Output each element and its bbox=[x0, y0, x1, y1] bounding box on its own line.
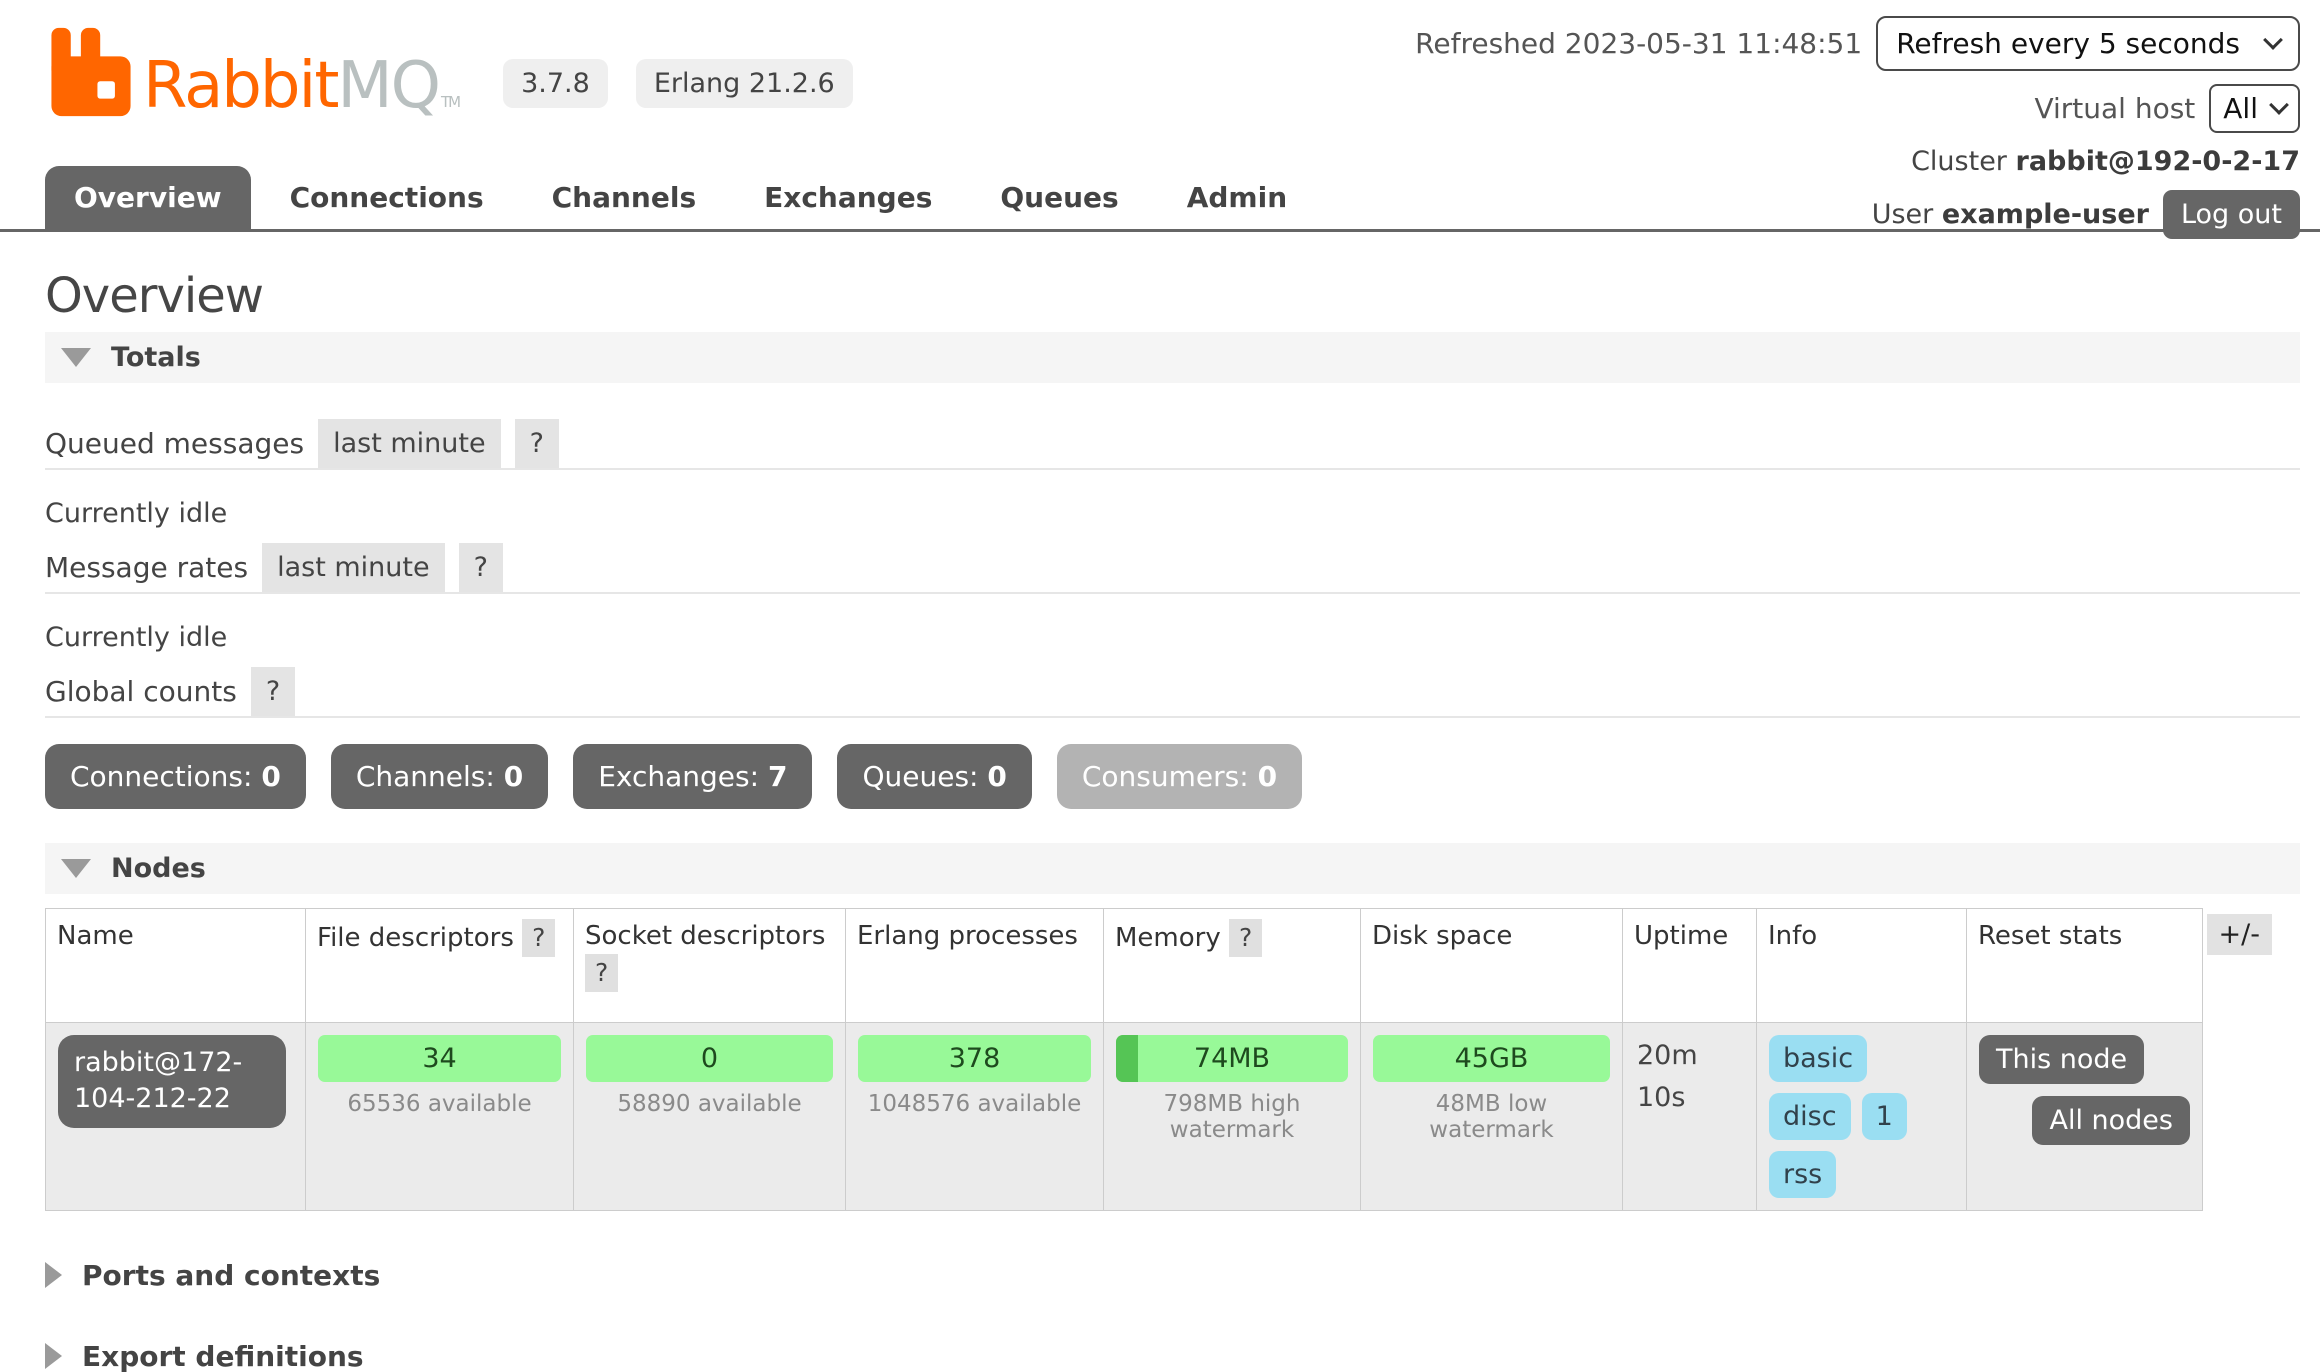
queued-messages-range-tab[interactable]: last minute bbox=[318, 419, 501, 468]
connections-count-button[interactable]: Connections: 0 bbox=[45, 744, 306, 809]
message-rates-row: Message rates last minute ? bbox=[45, 543, 2300, 594]
reset-all-nodes-button[interactable]: All nodes bbox=[2032, 1096, 2190, 1145]
global-counts-row: Global counts ? bbox=[45, 667, 2300, 718]
consumers-count-button[interactable]: Consumers: 0 bbox=[1057, 744, 1302, 809]
global-counts-label: Global counts bbox=[45, 667, 237, 716]
memory-watermark: 798MB high watermark bbox=[1116, 1091, 1348, 1143]
memory-bar: 74MB bbox=[1116, 1035, 1348, 1082]
erlang-processes-bar: 378 bbox=[858, 1035, 1091, 1082]
triangle-right-icon bbox=[45, 1343, 62, 1369]
info-cell: basic disc 1 rss bbox=[1757, 1022, 1967, 1210]
message-rates-label: Message rates bbox=[45, 543, 248, 592]
tab-connections[interactable]: Connections bbox=[261, 166, 513, 229]
col-erlang-processes: Erlang processes bbox=[846, 909, 1104, 1023]
col-uptime: Uptime bbox=[1623, 909, 1757, 1023]
global-counts-buttons: Connections: 0 Channels: 0 Exchanges: 7 … bbox=[45, 744, 2300, 809]
nodes-table: Name File descriptors ? Socket descripto… bbox=[45, 908, 2203, 1211]
user-line: User example-user bbox=[1872, 199, 2149, 230]
socket-descriptors-available: 58890 available bbox=[586, 1091, 833, 1117]
exchanges-count-button[interactable]: Exchanges: 7 bbox=[573, 744, 812, 809]
node-name-badge[interactable]: rabbit@172-104-212-22 bbox=[58, 1035, 286, 1128]
socket-descriptors-cell: 0 58890 available bbox=[574, 1022, 846, 1210]
message-rates-help-icon[interactable]: ? bbox=[459, 543, 503, 592]
col-reset-stats: Reset stats bbox=[1967, 909, 2203, 1023]
info-badge-basic: basic bbox=[1769, 1035, 1867, 1082]
uptime-cell: 20m 10s bbox=[1623, 1022, 1757, 1210]
refresh-interval-select[interactable]: Refresh every 5 seconds bbox=[1876, 16, 2300, 71]
virtual-host-select[interactable]: All bbox=[2209, 84, 2300, 133]
ports-and-contexts-section[interactable]: Ports and contexts bbox=[45, 1259, 2300, 1292]
user-name: example-user bbox=[1942, 199, 2149, 230]
erlang-version-badge: Erlang 21.2.6 bbox=[636, 59, 853, 108]
file-descriptors-help-icon[interactable]: ? bbox=[522, 919, 555, 957]
info-badge-1: 1 bbox=[1862, 1093, 1907, 1140]
queued-messages-row: Queued messages last minute ? bbox=[45, 419, 2300, 470]
page-header: RabbitMQTM 3.7.8 Erlang 21.2.6 Refreshed… bbox=[0, 0, 2320, 232]
socket-descriptors-bar: 0 bbox=[586, 1035, 833, 1082]
file-descriptors-bar: 34 bbox=[318, 1035, 561, 1082]
triangle-right-icon bbox=[45, 1262, 62, 1288]
rabbitmq-wordmark: RabbitMQTM bbox=[143, 54, 459, 118]
erlang-processes-cell: 378 1048576 available bbox=[846, 1022, 1104, 1210]
info-badge-rss: rss bbox=[1769, 1151, 1836, 1198]
virtual-host-label: Virtual host bbox=[2034, 92, 2195, 125]
reset-stats-cell: This node All nodes bbox=[1967, 1022, 2203, 1210]
totals-section-title: Totals bbox=[111, 342, 201, 373]
nodes-section-header[interactable]: Nodes bbox=[45, 843, 2300, 894]
page-title: Overview bbox=[45, 268, 2300, 324]
refreshed-timestamp: Refreshed 2023-05-31 11:48:51 bbox=[1415, 27, 1862, 60]
disk-space-watermark: 48MB low watermark bbox=[1373, 1091, 1610, 1143]
col-disk-space: Disk space bbox=[1361, 909, 1623, 1023]
nodes-table-header-row: Name File descriptors ? Socket descripto… bbox=[46, 909, 2203, 1023]
nodes-section-title: Nodes bbox=[111, 853, 206, 884]
triangle-down-icon bbox=[61, 859, 91, 878]
channels-count-button[interactable]: Channels: 0 bbox=[331, 744, 548, 809]
memory-help-icon[interactable]: ? bbox=[1229, 919, 1262, 957]
trademark-label: TM bbox=[441, 93, 459, 111]
rabbitmq-version-badge: 3.7.8 bbox=[503, 59, 608, 108]
triangle-down-icon bbox=[61, 348, 91, 367]
col-info: Info bbox=[1757, 909, 1967, 1023]
col-file-descriptors: File descriptors ? bbox=[306, 909, 574, 1023]
refresh-interval-value: Refresh every 5 seconds bbox=[1896, 27, 2240, 60]
node-row: rabbit@172-104-212-22 34 65536 available… bbox=[46, 1022, 2203, 1210]
virtual-host-value: All bbox=[2223, 92, 2258, 125]
tab-queues[interactable]: Queues bbox=[971, 166, 1147, 229]
rabbitmq-rabbit-icon bbox=[45, 26, 137, 118]
totals-section-header[interactable]: Totals bbox=[45, 332, 2300, 383]
tab-overview[interactable]: Overview bbox=[45, 166, 251, 229]
disk-space-cell: 45GB 48MB low watermark bbox=[1361, 1022, 1623, 1210]
col-name: Name bbox=[46, 909, 306, 1023]
socket-descriptors-help-icon[interactable]: ? bbox=[585, 954, 618, 992]
rabbitmq-logo[interactable]: RabbitMQTM bbox=[45, 26, 459, 118]
col-memory: Memory ? bbox=[1104, 909, 1361, 1023]
cluster-name: rabbit@192-0-2-17 bbox=[2016, 146, 2300, 177]
chevron-down-icon bbox=[2263, 30, 2283, 50]
queued-messages-idle-text: Currently idle bbox=[45, 498, 2300, 529]
reset-this-node-button[interactable]: This node bbox=[1979, 1035, 2144, 1084]
memory-used-segment bbox=[1116, 1035, 1138, 1082]
disk-space-bar: 45GB bbox=[1373, 1035, 1610, 1082]
tab-exchanges[interactable]: Exchanges bbox=[735, 166, 961, 229]
cluster-line: Cluster rabbit@192-0-2-17 bbox=[1911, 146, 2300, 177]
queues-count-button[interactable]: Queues: 0 bbox=[837, 744, 1031, 809]
chevron-down-icon bbox=[2269, 95, 2289, 115]
tab-channels[interactable]: Channels bbox=[523, 166, 726, 229]
column-toggle-button[interactable]: +/- bbox=[2207, 914, 2272, 955]
info-badge-disc: disc bbox=[1769, 1093, 1851, 1140]
file-descriptors-available: 65536 available bbox=[318, 1091, 561, 1117]
global-counts-help-icon[interactable]: ? bbox=[251, 667, 295, 716]
export-definitions-section[interactable]: Export definitions bbox=[45, 1340, 2300, 1372]
erlang-processes-available: 1048576 available bbox=[858, 1091, 1091, 1117]
logout-button[interactable]: Log out bbox=[2163, 190, 2300, 239]
file-descriptors-cell: 34 65536 available bbox=[306, 1022, 574, 1210]
memory-cell: 74MB 798MB high watermark bbox=[1104, 1022, 1361, 1210]
queued-messages-label: Queued messages bbox=[45, 419, 304, 468]
message-rates-idle-text: Currently idle bbox=[45, 622, 2300, 653]
col-socket-descriptors: Socket descriptors ? bbox=[574, 909, 846, 1023]
queued-messages-help-icon[interactable]: ? bbox=[515, 419, 559, 468]
tab-admin[interactable]: Admin bbox=[1158, 166, 1316, 229]
message-rates-range-tab[interactable]: last minute bbox=[262, 543, 445, 592]
